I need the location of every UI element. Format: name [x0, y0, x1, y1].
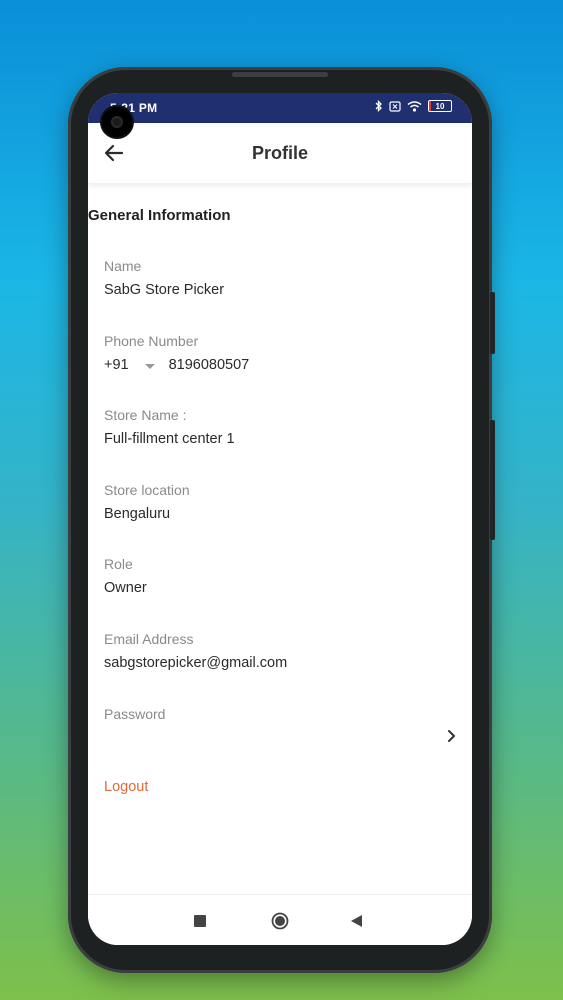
status-icons: 10: [375, 100, 452, 112]
screen: 5:21 PM 10 Profile General Information N…: [88, 93, 472, 945]
email-label: Email Address: [104, 631, 194, 647]
name-label: Name: [104, 258, 142, 274]
email-field: Email Address sabgstorepicker@gmail.com: [104, 631, 444, 671]
phone-label: Phone Number: [104, 333, 199, 349]
app-bar: Profile: [88, 123, 472, 183]
nav-back-icon[interactable]: [351, 915, 362, 927]
role-value: Owner: [104, 580, 147, 596]
no-sim-icon: [389, 100, 401, 112]
battery-icon: 10: [428, 100, 452, 112]
password-label: Password: [104, 706, 166, 722]
chevron-down-icon[interactable]: [144, 363, 155, 369]
phone-value: 8196080507: [168, 357, 250, 373]
nav-recents-icon[interactable]: [194, 915, 206, 927]
name-field: Name SabG Store Picker: [104, 258, 444, 298]
store-location-value: Bengaluru: [104, 506, 171, 522]
navigation-bar: [88, 894, 472, 945]
role-field: Role Owner: [104, 556, 444, 596]
store-location-label: Store location: [104, 482, 190, 498]
battery-percent: 10: [435, 101, 445, 111]
power-button: [490, 420, 495, 540]
phone-speaker: [232, 72, 328, 77]
section-title: General Information: [88, 207, 231, 224]
phone-field: Phone Number +91 8196080507: [104, 333, 444, 373]
bluetooth-icon: [375, 100, 382, 112]
chevron-right-icon[interactable]: [444, 728, 458, 744]
role-label: Role: [104, 556, 133, 572]
store-name-field: Store Name : Full-fillment center 1: [104, 407, 444, 447]
country-code[interactable]: +91: [104, 357, 129, 373]
phone-row: +91 8196080507: [104, 357, 444, 373]
volume-button: [490, 292, 495, 354]
email-value: sabgstorepicker@gmail.com: [104, 655, 288, 671]
page-title: Profile: [251, 143, 308, 163]
logout-button[interactable]: Logout: [104, 779, 148, 795]
nav-home-icon[interactable]: [271, 912, 289, 930]
store-location-field: Store location Bengaluru: [104, 482, 444, 522]
status-bar: 5:21 PM 10: [88, 93, 472, 123]
store-name-value: Full-fillment center 1: [104, 431, 235, 447]
password-field[interactable]: Password: [104, 706, 444, 722]
front-camera: [102, 107, 132, 137]
name-value: SabG Store Picker: [104, 282, 225, 298]
battery-level: [429, 101, 432, 111]
store-name-label: Store Name :: [104, 407, 187, 423]
wifi-icon: [407, 100, 422, 112]
